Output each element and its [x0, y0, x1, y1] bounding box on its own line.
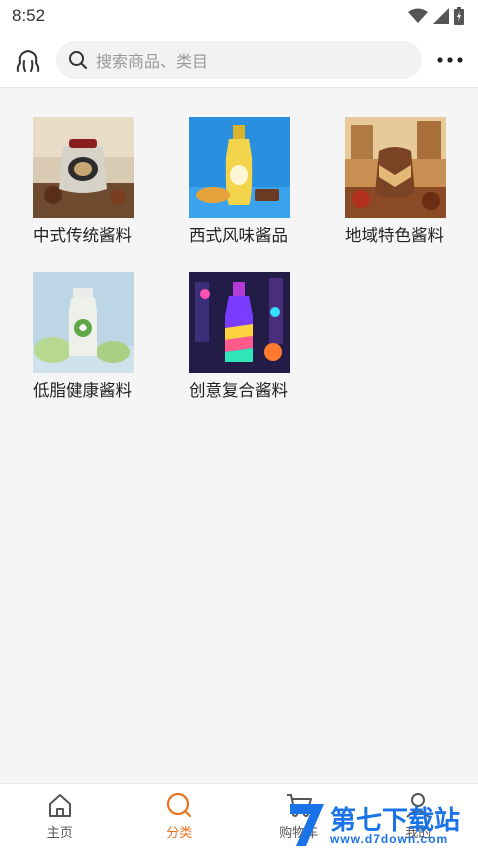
more-icon	[437, 56, 463, 63]
brand-button[interactable]	[0, 32, 56, 88]
category-icon	[167, 792, 192, 818]
tab-category[interactable]: 分类	[120, 784, 240, 850]
category-label: 西式风味酱品	[189, 227, 288, 245]
search-icon	[69, 50, 87, 69]
watermark: 第七下载站 www.d7down.com	[282, 798, 478, 850]
home-icon	[48, 794, 71, 817]
category-thumbnail	[189, 272, 290, 373]
category-item-creative-compound[interactable]: 创意复合酱料	[189, 272, 319, 401]
category-thumbnail	[345, 117, 446, 218]
category-label: 低脂健康酱料	[33, 382, 132, 400]
status-bar: 8:52	[0, 0, 478, 32]
category-item-regional-specialty[interactable]: 地域特色酱料	[345, 117, 475, 246]
category-item-low-fat-healthy[interactable]: 低脂健康酱料	[33, 272, 163, 401]
category-thumbnail	[189, 117, 290, 218]
category-item-western-flavor[interactable]: 西式风味酱品	[189, 117, 319, 246]
search-placeholder: 搜索商品、类目	[96, 53, 209, 71]
category-label: 地域特色酱料	[345, 227, 444, 245]
watermark-logo-icon	[290, 804, 324, 846]
signal-icon	[433, 8, 449, 24]
category-item-chinese-traditional[interactable]: 中式传统酱料	[33, 117, 163, 246]
battery-icon	[454, 7, 464, 25]
category-label: 创意复合酱料	[189, 382, 288, 400]
more-button[interactable]	[422, 32, 478, 88]
category-grid: 中式传统酱料 西式风味酱品 地域特色酱料 低脂健康酱料 创意复合酱料	[0, 89, 478, 783]
category-thumbnail	[33, 272, 134, 373]
category-label: 中式传统酱料	[33, 227, 132, 245]
tab-home[interactable]: 主页	[0, 784, 120, 850]
wifi-icon	[408, 8, 428, 23]
status-icons	[408, 7, 464, 25]
category-thumbnail	[33, 117, 134, 218]
status-time: 8:52	[12, 6, 46, 25]
header: 搜索商品、类目	[0, 32, 478, 88]
tab-label: 主页	[46, 825, 73, 840]
watermark-url: www.d7down.com	[330, 832, 449, 846]
tab-label: 分类	[166, 825, 193, 840]
octopus-icon	[16, 49, 40, 72]
search-input[interactable]: 搜索商品、类目	[56, 40, 422, 79]
